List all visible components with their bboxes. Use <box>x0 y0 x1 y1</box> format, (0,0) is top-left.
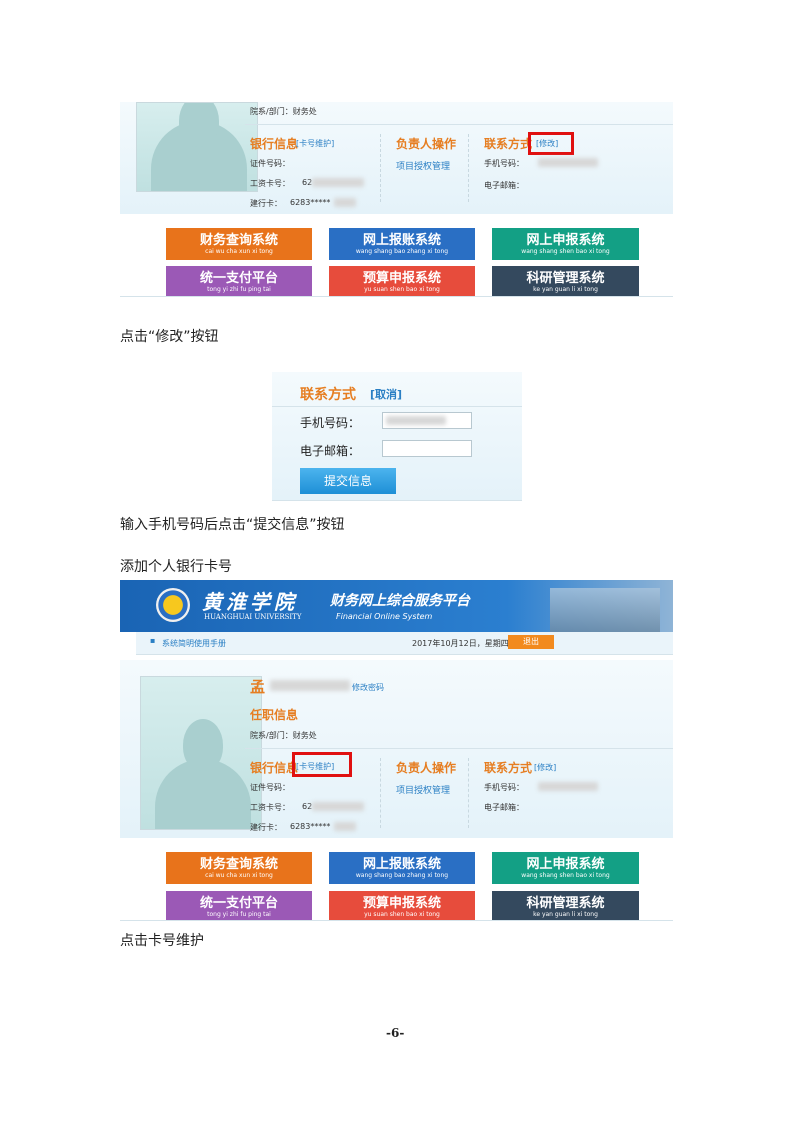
avatar <box>136 102 258 192</box>
id-number-label: 证件号码： <box>250 159 290 168</box>
bullet-icon: ▪ <box>150 636 156 645</box>
responsible-title: 负责人操作 <box>396 761 457 775</box>
edit-contact-link[interactable]: [修改] <box>534 762 556 773</box>
phone-label: 手机号码： <box>300 416 361 430</box>
user-name: 孟 <box>250 678 266 696</box>
step3-text: 点击卡号维护 <box>120 933 204 949</box>
research-mgmt-button[interactable]: 科研管理系统 ke yan guan li xi tong <box>492 891 639 920</box>
unified-payment-button[interactable]: 统一支付平台 tong yi zhi fu ping tai <box>166 891 312 920</box>
email-label: 电子邮箱： <box>484 803 524 812</box>
project-auth-link[interactable]: 项目授权管理 <box>396 159 450 172</box>
email-label: 电子邮箱： <box>484 181 524 190</box>
phone-label: 手机号码： <box>484 159 524 168</box>
salary-card-value: 62 <box>302 802 313 811</box>
budget-declare-button[interactable]: 预算申报系统 yu suan shen bao xi tong <box>329 266 475 296</box>
online-reimburse-button[interactable]: 网上报账系统 wang shang bao zhang xi tong <box>329 852 475 884</box>
system-grid-2: 财务查询系统 cai wu cha xun xi tong 网上报账系统 wang … <box>120 838 673 921</box>
dept-line: 院系/部门：财务处 <box>250 107 317 116</box>
profile-panel-1: 院系/部门：财务处 银行信息 [卡号维护] 证件号码： 工资卡号： 62 建行卡… <box>120 102 673 214</box>
bank-info-title: 银行信息 <box>250 761 299 775</box>
avatar <box>140 676 262 830</box>
salary-card-label: 工资卡号： <box>250 179 290 188</box>
platform-subtitle: Financial Online System <box>336 612 433 621</box>
salary-card-value: 62 <box>302 178 313 187</box>
campus-gate-image <box>550 588 660 632</box>
ccb-card-value: 6283***** <box>290 198 331 207</box>
online-declare-button[interactable]: 网上申报系统 wang shang shen bao xi tong <box>492 228 639 260</box>
contact-title: 联系方式 <box>484 761 533 775</box>
contact-form-panel: 联系方式 [取消] 手机号码： 电子邮箱： 提交信息 <box>272 372 522 501</box>
submit-button[interactable]: 提交信息 <box>300 468 396 494</box>
research-mgmt-button[interactable]: 科研管理系统 ke yan guan li xi tong <box>492 266 639 296</box>
contact-form-title: 联系方式 <box>300 387 356 403</box>
ccb-card-label: 建行卡： <box>250 199 282 208</box>
portal-header: 黄淮学院 HUANGHUAI UNIVERSITY 财务网上综合服务平台 Fin… <box>120 580 673 632</box>
logout-button[interactable]: 退出 <box>508 635 554 649</box>
section-heading: 添加个人银行卡号 <box>120 559 232 575</box>
id-number-label: 证件号码： <box>250 783 290 792</box>
phone-input[interactable] <box>382 412 472 429</box>
manual-link[interactable]: 系统简明使用手册 <box>162 638 226 649</box>
unified-payment-button[interactable]: 统一支付平台 tong yi zhi fu ping tai <box>166 266 312 296</box>
cancel-link[interactable]: [取消] <box>370 386 402 402</box>
dept-line: 院系/部门：财务处 <box>250 731 317 740</box>
phone-label: 手机号码： <box>484 783 524 792</box>
contact-title: 联系方式 <box>484 137 533 151</box>
card-maintenance-link[interactable]: [卡号维护] <box>296 761 334 772</box>
email-label: 电子邮箱： <box>300 444 361 458</box>
profile-panel-2: 孟 修改密码 任职信息 院系/部门：财务处 银行信息 [卡号维护] 证件号码： … <box>120 660 673 838</box>
edit-contact-link[interactable]: [修改] <box>536 138 558 149</box>
date-text: 2017年10月12日，星期四 <box>412 639 509 648</box>
finance-query-button[interactable]: 财务查询系统 cai wu cha xun xi tong <box>166 228 312 260</box>
ccb-card-value: 6283***** <box>290 822 331 831</box>
nav-bar: ▪ 系统简明使用手册 2017年10月12日，星期四 退出 <box>136 632 673 655</box>
email-input[interactable] <box>382 440 472 457</box>
platform-title: 财务网上综合服务平台 <box>330 593 470 609</box>
online-declare-button[interactable]: 网上申报系统 wang shang shen bao xi tong <box>492 852 639 884</box>
project-auth-link[interactable]: 项目授权管理 <box>396 783 450 796</box>
page-number: -6- <box>386 1026 405 1040</box>
system-grid-1: 财务查询系统 cai wu cha xun xi tong 网上报账系统 wang … <box>120 214 673 297</box>
university-name-en: HUANGHUAI UNIVERSITY <box>204 613 302 621</box>
ccb-card-label: 建行卡： <box>250 823 282 832</box>
university-logo-icon <box>156 588 190 622</box>
step2-text: 输入手机号码后点击“提交信息”按钮 <box>120 517 345 533</box>
university-name: 黄淮学院 <box>202 590 298 614</box>
budget-declare-button[interactable]: 预算申报系统 yu suan shen bao xi tong <box>329 891 475 920</box>
online-reimburse-button[interactable]: 网上报账系统 wang shang bao zhang xi tong <box>329 228 475 260</box>
job-info-title: 任职信息 <box>250 708 299 722</box>
salary-card-label: 工资卡号： <box>250 803 290 812</box>
step1-text: 点击“修改”按钮 <box>120 329 219 345</box>
finance-query-button[interactable]: 财务查询系统 cai wu cha xun xi tong <box>166 852 312 884</box>
responsible-title: 负责人操作 <box>396 137 457 151</box>
change-password-link[interactable]: 修改密码 <box>352 682 384 693</box>
bank-info-title: 银行信息 <box>250 137 299 151</box>
card-maintenance-link[interactable]: [卡号维护] <box>296 138 334 149</box>
